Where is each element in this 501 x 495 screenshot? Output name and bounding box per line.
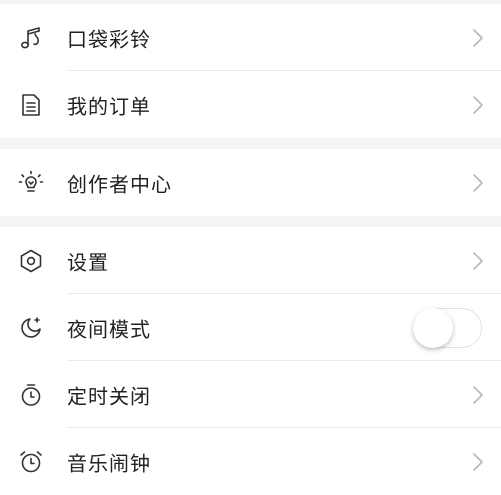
menu-item-label: 口袋彩铃 xyxy=(67,27,151,51)
menu-item-label: 设置 xyxy=(67,250,109,274)
chevron-right-icon xyxy=(471,384,485,406)
menu-item-label: 夜间模式 xyxy=(67,317,151,341)
menu-item-label: 音乐闹钟 xyxy=(67,451,151,475)
menu-item-orders[interactable]: 我的订单 xyxy=(0,71,501,138)
menu-section-1: 口袋彩铃 我的订单 xyxy=(0,4,501,138)
menu-item-creator-center[interactable]: 创作者中心 xyxy=(0,149,501,216)
menu-page: 口袋彩铃 我的订单 创作者中心 设置 夜间模式 定时关闭 音乐闹钟 xyxy=(0,0,501,495)
menu-item-music-alarm[interactable]: 音乐闹钟 xyxy=(0,428,501,495)
chevron-right-icon xyxy=(471,94,485,116)
section-gap xyxy=(0,216,501,227)
hexagon-settings-icon xyxy=(18,248,44,274)
order-document-icon xyxy=(18,92,44,118)
menu-section-2: 创作者中心 xyxy=(0,149,501,216)
section-gap xyxy=(0,138,501,149)
chevron-right-icon xyxy=(471,27,485,49)
chevron-right-icon xyxy=(471,172,485,194)
moon-star-icon xyxy=(18,315,44,341)
menu-item-ringtone[interactable]: 口袋彩铃 xyxy=(0,4,501,71)
menu-item-label: 定时关闭 xyxy=(67,384,151,408)
menu-item-sleep-timer[interactable]: 定时关闭 xyxy=(0,361,501,428)
alarm-clock-icon xyxy=(18,449,44,475)
toggle-knob xyxy=(413,307,453,348)
menu-section-3: 设置 夜间模式 定时关闭 音乐闹钟 xyxy=(0,227,501,495)
music-note-icon xyxy=(18,25,44,51)
timer-icon xyxy=(18,382,44,408)
night-mode-toggle[interactable] xyxy=(413,307,482,348)
menu-item-label: 我的订单 xyxy=(67,94,151,118)
chevron-right-icon xyxy=(471,451,485,473)
menu-item-night-mode: 夜间模式 xyxy=(0,294,501,361)
chevron-right-icon xyxy=(471,250,485,272)
menu-item-label: 创作者中心 xyxy=(67,172,172,196)
menu-item-settings[interactable]: 设置 xyxy=(0,227,501,294)
lightbulb-icon xyxy=(18,170,44,196)
